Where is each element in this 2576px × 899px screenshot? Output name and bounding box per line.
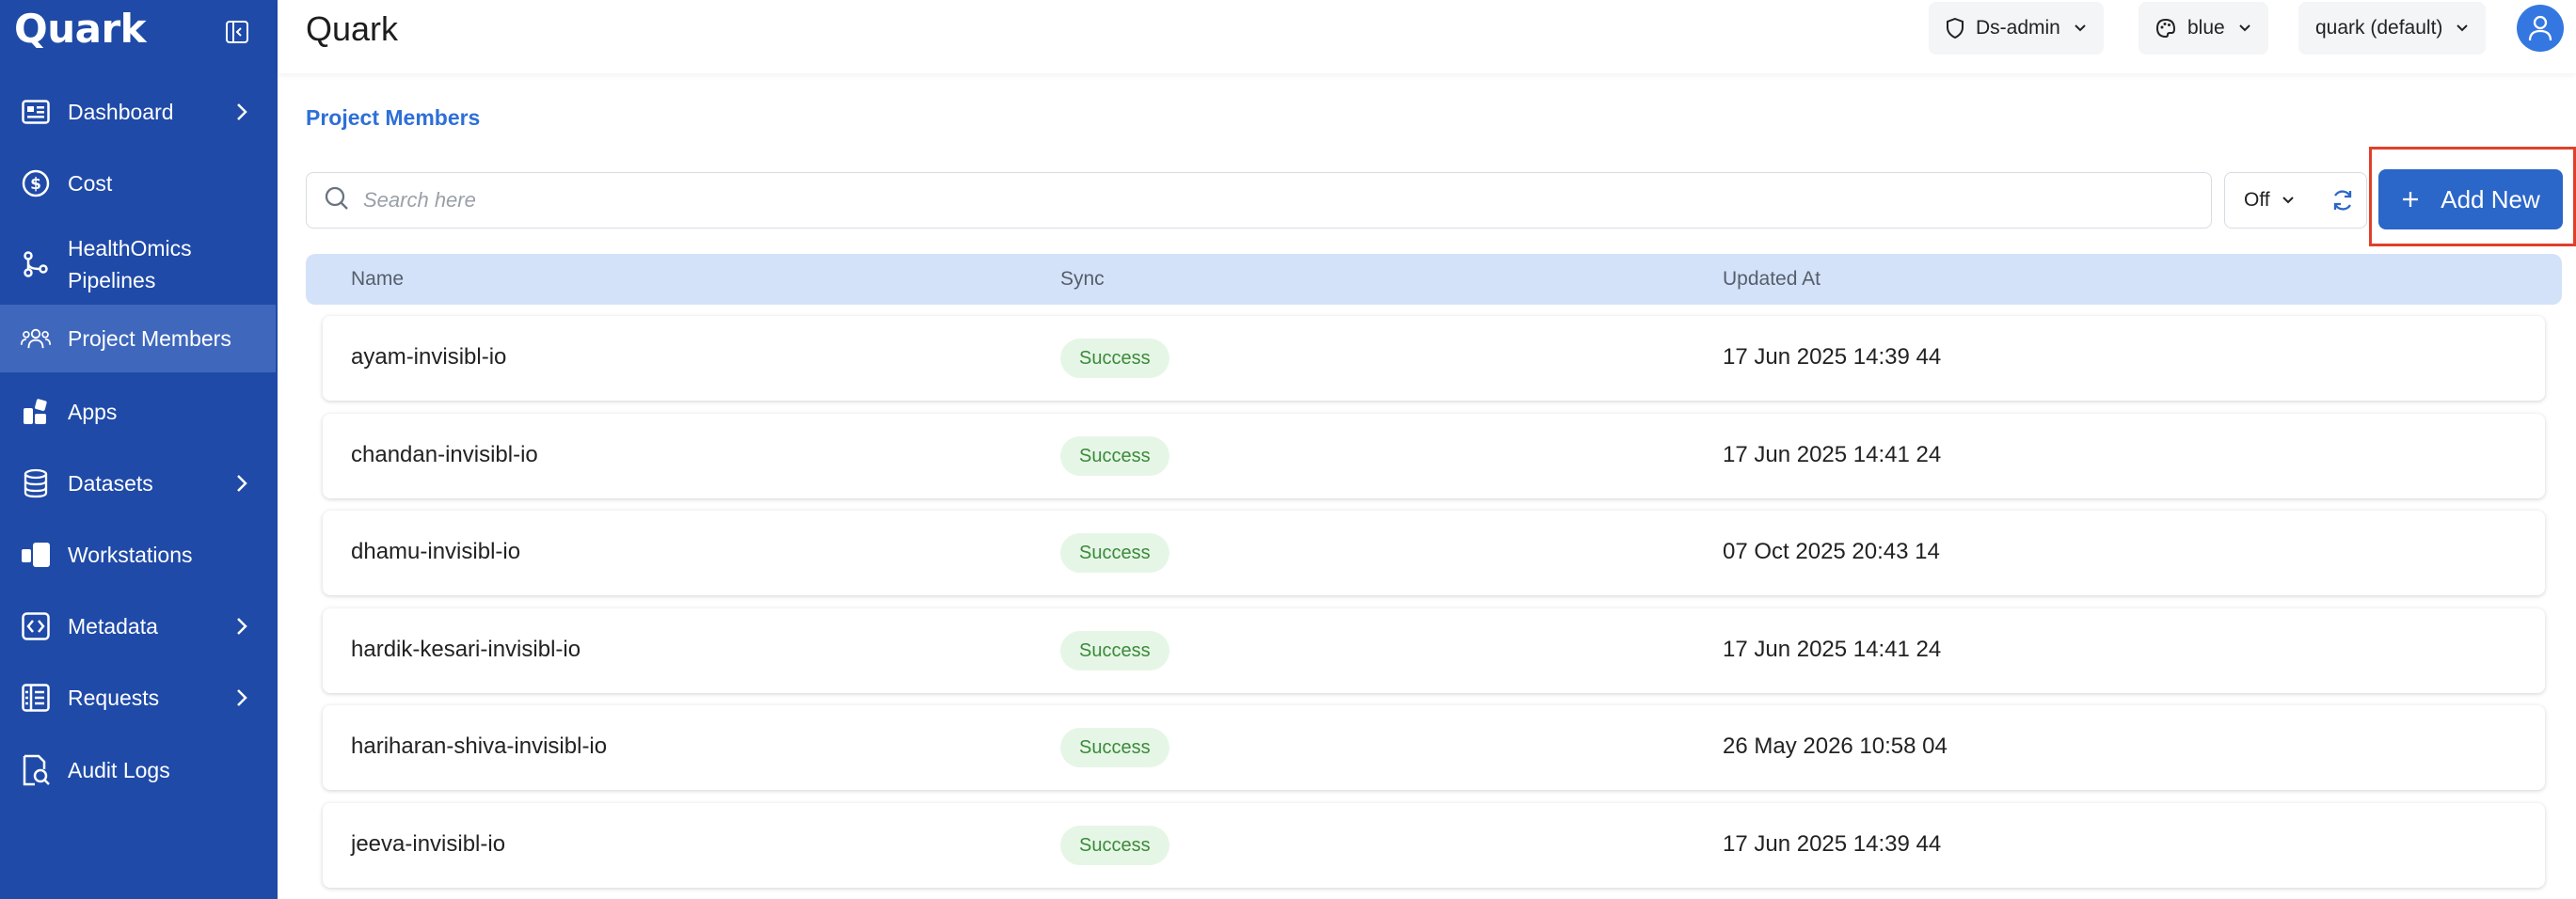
sidebar-item-label: HealthOmics Pipelines — [68, 236, 192, 292]
code-icon — [21, 611, 51, 641]
status-badge: Success — [1060, 339, 1169, 378]
dashboard-icon — [21, 97, 51, 127]
project-label: quark (default) — [2315, 17, 2443, 39]
table-row[interactable]: hariharan-shiva-invisibl-io Success 26 M… — [323, 705, 2545, 790]
column-header-sync[interactable]: Sync — [1060, 268, 1105, 291]
chevron-right-icon — [234, 103, 249, 121]
requests-icon — [21, 683, 51, 713]
sidebar-item-label: Workstations — [68, 543, 193, 567]
add-new-button[interactable]: Add New — [2378, 169, 2563, 229]
sidebar-item-label: Metadata — [68, 614, 158, 639]
sidebar-item-label: Requests — [68, 686, 160, 710]
refresh-icon — [2333, 190, 2351, 211]
palette-icon — [2155, 18, 2176, 39]
updated-at: 17 Jun 2025 14:41 24 — [1723, 442, 1942, 467]
updated-at: 17 Jun 2025 14:39 44 — [1723, 344, 1942, 370]
refresh-button[interactable] — [2318, 172, 2367, 229]
app-root: Quark Dashboard $ Cost HealthOmics Pipel… — [0, 0, 2576, 899]
table-row[interactable]: chandan-invisibl-io Success 17 Jun 2025 … — [323, 414, 2545, 498]
auto-refresh-select[interactable]: Off — [2224, 172, 2320, 229]
members-icon — [21, 323, 51, 354]
column-header-name[interactable]: Name — [351, 268, 404, 291]
member-name: dhamu-invisibl-io — [351, 539, 521, 564]
sidebar-item-metadata[interactable]: Metadata — [0, 594, 278, 658]
svg-text:$: $ — [30, 175, 41, 194]
chevron-right-icon — [234, 474, 249, 493]
updated-at: 17 Jun 2025 14:39 44 — [1723, 831, 1942, 857]
table-row[interactable]: ayam-invisibl-io Success 17 Jun 2025 14:… — [323, 316, 2545, 401]
database-icon — [21, 468, 51, 498]
sidebar-nav: Dashboard $ Cost HealthOmics Pipelines P… — [0, 81, 278, 803]
project-selector[interactable]: quark (default) — [2298, 2, 2487, 55]
sidebar-item-apps[interactable]: Apps — [0, 372, 278, 451]
user-icon — [2528, 15, 2552, 41]
sidebar: Quark Dashboard $ Cost HealthOmics Pipel… — [0, 0, 278, 899]
apps-icon — [21, 397, 51, 427]
chevron-down-icon — [2282, 196, 2295, 205]
plus-icon — [2401, 190, 2420, 209]
table-row[interactable]: dhamu-invisibl-io Success 07 Oct 2025 20… — [323, 511, 2545, 595]
theme-label: blue — [2187, 17, 2225, 39]
sidebar-item-datasets[interactable]: Datasets — [0, 451, 278, 515]
chevron-down-icon — [2456, 24, 2469, 33]
member-name: ayam-invisibl-io — [351, 344, 507, 370]
chevron-right-icon — [234, 688, 249, 707]
sidebar-item-label: Audit Logs — [68, 758, 170, 782]
sidebar-item-label: Dashboard — [68, 100, 174, 124]
sidebar-item-healthomics-pipelines[interactable]: HealthOmics Pipelines — [0, 224, 278, 305]
chevron-down-icon — [2074, 24, 2087, 33]
column-header-updated-at[interactable]: Updated At — [1723, 268, 1821, 291]
sidebar-item-workstations[interactable]: Workstations — [0, 515, 278, 594]
member-name: jeeva-invisibl-io — [351, 831, 506, 857]
app-title: Quark — [306, 9, 399, 48]
chevron-right-icon — [234, 617, 249, 636]
table-row[interactable]: hardik-kesari-invisibl-io Success 17 Jun… — [323, 608, 2545, 693]
role-label: Ds-admin — [1976, 17, 2060, 39]
status-badge: Success — [1060, 728, 1169, 767]
table-header: Name Sync Updated At — [306, 254, 2562, 305]
shield-icon — [1946, 18, 1964, 39]
status-badge: Success — [1060, 436, 1169, 476]
sidebar-item-project-members[interactable]: Project Members — [0, 305, 276, 372]
collapse-sidebar-icon[interactable] — [224, 19, 250, 45]
search-field[interactable] — [306, 172, 2212, 229]
sidebar-item-requests[interactable]: Requests — [0, 658, 278, 737]
member-name: chandan-invisibl-io — [351, 442, 538, 467]
breadcrumb[interactable]: Project Members — [306, 105, 480, 131]
audit-icon — [21, 754, 51, 786]
search-input[interactable] — [363, 188, 2151, 213]
member-name: hardik-kesari-invisibl-io — [351, 637, 581, 662]
workstation-icon — [21, 540, 51, 570]
auto-refresh-value: Off — [2244, 189, 2270, 211]
status-badge: Success — [1060, 533, 1169, 573]
sidebar-item-label: Project Members — [68, 326, 231, 351]
search-icon — [324, 185, 350, 216]
sidebar-item-label: Datasets — [68, 471, 153, 496]
sidebar-item-label: Apps — [68, 400, 118, 424]
chevron-down-icon — [2238, 24, 2251, 33]
theme-selector[interactable]: blue — [2139, 2, 2268, 55]
user-avatar[interactable] — [2517, 5, 2564, 52]
updated-at: 17 Jun 2025 14:41 24 — [1723, 637, 1942, 662]
pipeline-icon — [21, 249, 51, 279]
member-name: hariharan-shiva-invisibl-io — [351, 733, 608, 759]
sidebar-item-audit-logs[interactable]: Audit Logs — [0, 737, 278, 803]
table-row[interactable]: jeeva-invisibl-io Success 17 Jun 2025 14… — [323, 803, 2545, 888]
updated-at: 26 May 2026 10:58 04 — [1723, 733, 1948, 759]
role-selector[interactable]: Ds-admin — [1929, 2, 2104, 55]
status-badge: Success — [1060, 631, 1169, 670]
sidebar-item-cost[interactable]: $ Cost — [0, 143, 278, 224]
status-badge: Success — [1060, 826, 1169, 865]
updated-at: 07 Oct 2025 20:43 14 — [1723, 539, 1940, 564]
dollar-icon: $ — [21, 168, 51, 198]
add-new-label: Add New — [2441, 184, 2540, 213]
sidebar-item-label: Cost — [68, 171, 113, 196]
sidebar-item-dashboard[interactable]: Dashboard — [0, 81, 278, 143]
brand-logo: Quark — [14, 6, 147, 52]
topbar: Quark Ds-admin blue quark (default) — [278, 0, 2576, 73]
